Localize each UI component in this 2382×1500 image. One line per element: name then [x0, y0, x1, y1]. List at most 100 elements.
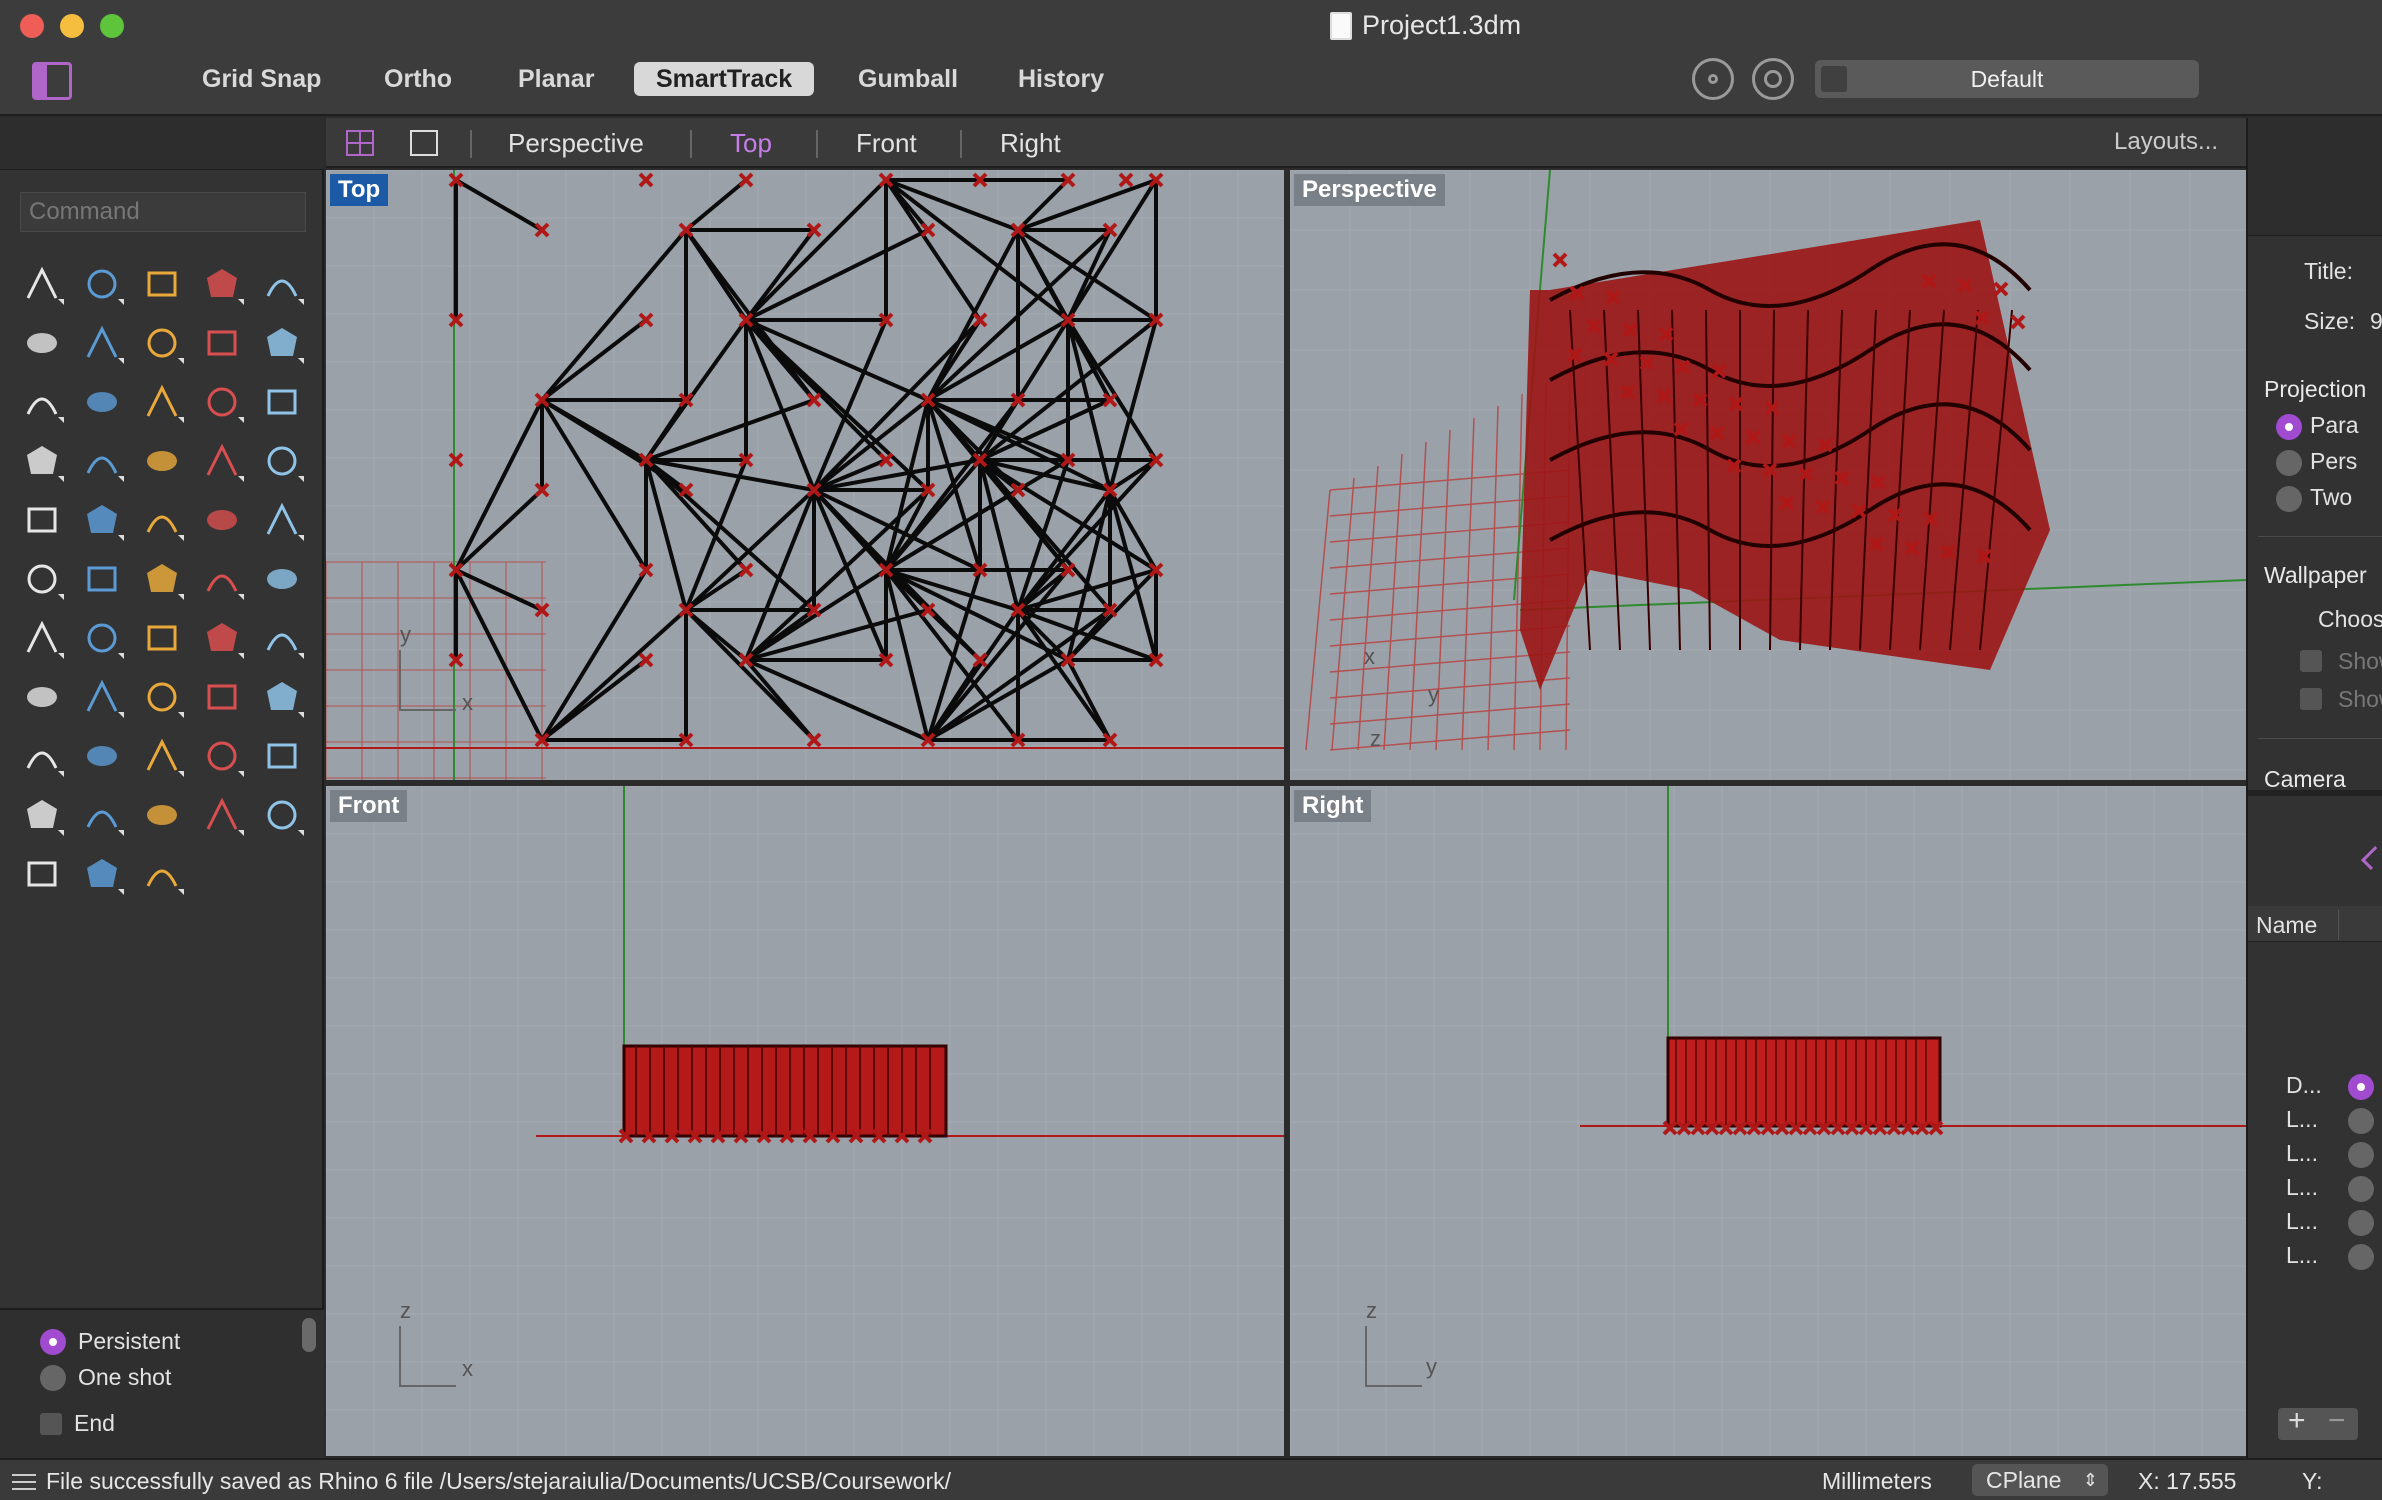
solid-edit-icon[interactable]: [192, 490, 252, 549]
show-checkbox-1[interactable]: [2300, 650, 2322, 672]
viewport-front-label[interactable]: Front: [330, 790, 408, 822]
box-icon[interactable]: [132, 372, 192, 431]
circle-icon[interactable]: [252, 254, 312, 313]
minimize-window-button[interactable]: [60, 14, 84, 38]
history-toggle[interactable]: History: [996, 62, 1126, 96]
viewport-perspective-label[interactable]: Perspective: [1294, 174, 1445, 206]
edit-points-icon[interactable]: [132, 549, 192, 608]
projection-perspective-option[interactable]: Pers: [2310, 448, 2357, 475]
panel-splitter[interactable]: [2248, 790, 2382, 796]
select-arrow-icon[interactable]: [12, 254, 72, 313]
arc-icon[interactable]: [72, 313, 132, 372]
sidebar-toggle-icon[interactable]: [32, 62, 72, 100]
layer-current-radio[interactable]: [2348, 1176, 2374, 1202]
sweep-icon[interactable]: [132, 490, 192, 549]
layer-current-radio[interactable]: [2348, 1210, 2374, 1236]
car-render-icon[interactable]: [72, 726, 132, 785]
layer-row[interactable]: D...: [2248, 1070, 2382, 1102]
layer-row[interactable]: L...: [2248, 1138, 2382, 1170]
viewport-perspective[interactable]: Perspective x y z: [1290, 170, 2246, 780]
display-mode-selector[interactable]: Default: [1815, 60, 2199, 98]
polygon-icon[interactable]: [192, 313, 252, 372]
tab-top[interactable]: Top: [730, 128, 772, 159]
projection-parallel-radio[interactable]: [2276, 414, 2302, 440]
command-input[interactable]: [20, 192, 306, 232]
lock-icon[interactable]: [12, 785, 72, 844]
fillet-icon[interactable]: [252, 313, 312, 372]
boolean-icon[interactable]: [12, 490, 72, 549]
rotate-view-icon[interactable]: [12, 726, 72, 785]
explode-icon[interactable]: [72, 431, 132, 490]
zoom-window-icon[interactable]: [132, 667, 192, 726]
projection-parallel-option[interactable]: Para: [2310, 412, 2359, 439]
osnap-target-icon[interactable]: [1752, 58, 1794, 100]
projection-two-point-option[interactable]: Two: [2310, 484, 2352, 511]
cplane-selector[interactable]: CPlane ⇕: [1972, 1464, 2108, 1496]
wallpaper-choose-button[interactable]: Choos: [2318, 606, 2382, 633]
add-layer-button[interactable]: +: [2288, 1404, 2306, 1438]
smarttrack-toggle[interactable]: SmartTrack: [634, 62, 815, 96]
viewport-top[interactable]: Top y x: [326, 170, 1284, 780]
surface-icon[interactable]: [12, 372, 72, 431]
layer-current-radio[interactable]: [2348, 1108, 2374, 1134]
text-icon[interactable]: [252, 490, 312, 549]
current-layer-indicator[interactable]: [2348, 1074, 2374, 1100]
grid-snap-toggle[interactable]: Grid Snap: [180, 62, 343, 96]
hamburger-menu-icon[interactable]: [10, 1472, 38, 1492]
cone-icon[interactable]: [72, 844, 132, 903]
gumball-icon[interactable]: [192, 549, 252, 608]
record-history-icon[interactable]: [1692, 58, 1734, 100]
tab-right[interactable]: Right: [1000, 128, 1061, 159]
grid-display-icon[interactable]: [132, 726, 192, 785]
top-view-canvas[interactable]: [326, 170, 1284, 780]
extend-icon[interactable]: [252, 431, 312, 490]
single-viewport-icon[interactable]: [410, 130, 438, 156]
render-sphere-icon[interactable]: [192, 785, 252, 844]
viewport-right-label[interactable]: Right: [1294, 790, 1372, 822]
layers-icon[interactable]: [2360, 845, 2382, 871]
scale-icon[interactable]: [12, 549, 72, 608]
projection-perspective-radio[interactable]: [2276, 450, 2302, 476]
blue-sphere-icon[interactable]: [12, 844, 72, 903]
tab-perspective[interactable]: Perspective: [508, 128, 644, 159]
layer-row[interactable]: L...: [2248, 1240, 2382, 1272]
show-checkbox-2[interactable]: [2300, 688, 2322, 710]
mesh-icon[interactable]: [252, 608, 312, 667]
group-icon[interactable]: [72, 490, 132, 549]
units-label[interactable]: Millimeters: [1822, 1468, 1932, 1495]
gumball-toggle[interactable]: Gumball: [836, 62, 980, 96]
zoom-icon[interactable]: [72, 667, 132, 726]
ortho-toggle[interactable]: Ortho: [362, 62, 474, 96]
four-viewports-icon[interactable]: [346, 130, 374, 156]
end-checkbox[interactable]: [40, 1412, 62, 1435]
persistent-radio[interactable]: [40, 1328, 66, 1355]
section-icon[interactable]: [72, 608, 132, 667]
layer-current-radio[interactable]: [2348, 1142, 2374, 1168]
array-icon[interactable]: [72, 549, 132, 608]
layouts-button[interactable]: Layouts...: [2114, 128, 2218, 156]
osnap-oneshot-option[interactable]: One shot: [40, 1364, 171, 1391]
split-icon[interactable]: [132, 431, 192, 490]
projection-two-point-radio[interactable]: [2276, 486, 2302, 512]
viewport-right[interactable]: Right z y: [1290, 786, 2246, 1456]
trim-icon[interactable]: [192, 431, 252, 490]
viewport-top-label[interactable]: Top: [330, 174, 389, 206]
environment-icon[interactable]: [252, 785, 312, 844]
zoom-window-button[interactable]: [100, 14, 124, 38]
paint-icon[interactable]: [12, 667, 72, 726]
layer-current-radio[interactable]: [2348, 1244, 2374, 1270]
layer-name-column-header[interactable]: Name: [2256, 912, 2317, 939]
planar-toggle[interactable]: Planar: [496, 62, 616, 96]
color-wheel-icon[interactable]: [132, 785, 192, 844]
polyline-icon[interactable]: [132, 254, 192, 313]
cylinder-icon[interactable]: [252, 372, 312, 431]
grid-array-icon[interactable]: [12, 608, 72, 667]
close-window-button[interactable]: [20, 14, 44, 38]
size-value[interactable]: 9: [2370, 308, 2382, 335]
layer-row[interactable]: L...: [2248, 1104, 2382, 1136]
osnap-scrollbar[interactable]: [302, 1318, 316, 1352]
dimension-icon[interactable]: [252, 549, 312, 608]
light-icon[interactable]: [192, 726, 252, 785]
material-icon[interactable]: [72, 785, 132, 844]
rectangle-icon[interactable]: [132, 313, 192, 372]
